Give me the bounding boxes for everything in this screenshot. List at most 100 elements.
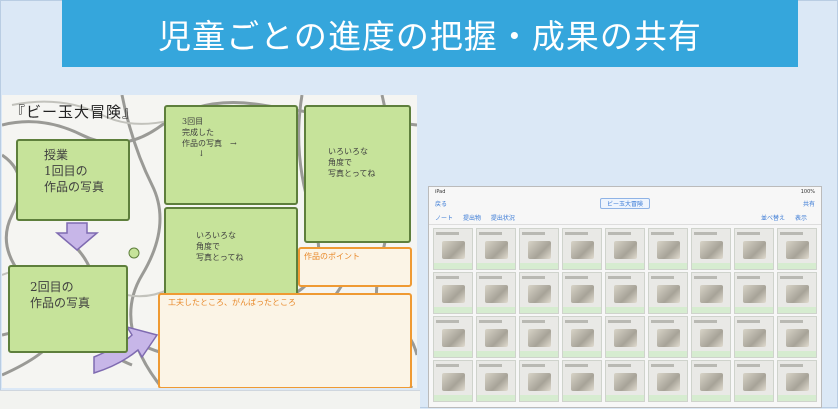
reflection-box-label: 工夫したところ、がんばったところ [168,298,296,307]
page-title: 児童ごとの進度の把握・成果の共有 [158,16,702,56]
submission-thumbnail[interactable] [433,272,473,314]
box-3-label: 3回目 完成した 作品の写真 → ↓ [182,117,237,159]
thumbnail-status-strip [434,395,472,401]
thumbnail-status-strip [477,307,515,313]
thumbnail-status-strip [649,307,687,313]
submission-thumbnail[interactable] [734,316,774,358]
photo-box-3: 3回目 完成した 作品の写真 → ↓ [164,105,298,205]
thumbnail-status-strip [778,307,816,313]
tablet-status-bar: iPad 100% [429,187,821,196]
thumbnail-status-strip [520,307,558,313]
box-2-label: 2回目の 作品の写真 [30,280,91,311]
box-angle-2-label: いろいろな 角度で 写真とってね [196,231,244,262]
points-box: 作品のポイント [298,247,412,287]
submission-thumbnail[interactable] [691,360,731,402]
thumbnail-status-strip [778,395,816,401]
submission-thumbnail[interactable] [734,272,774,314]
submission-thumbnail[interactable] [777,360,817,402]
submission-thumbnail[interactable] [691,272,731,314]
toolbar-view[interactable]: 表示 [795,215,807,222]
toolbar-submissions[interactable]: 提出物 [463,215,481,222]
toolbar-status[interactable]: 提出状況 [491,215,515,222]
submission-thumbnail[interactable] [476,316,516,358]
submission-thumbnail[interactable] [519,316,559,358]
photo-box-1: 授業 1回目の 作品の写真 [16,139,130,221]
thumbnail-status-strip [778,351,816,357]
box-1-label: 授業 1回目の 作品の写真 [44,148,105,195]
thumbnail-status-strip [606,263,644,269]
thumbnail-status-strip [606,307,644,313]
submission-thumbnail[interactable] [519,272,559,314]
thumbnail-status-strip [735,351,773,357]
toolbar-sort[interactable]: 並べ替え [761,215,785,222]
status-left: iPad [435,188,446,195]
status-right: 100% [800,188,815,195]
photo-box-2: 2回目の 作品の写真 [8,265,128,353]
submission-thumbnail[interactable] [562,228,602,270]
box-angle-1-label: いろいろな 角度で 写真とってね [328,147,376,178]
thumbnail-status-strip [606,395,644,401]
submission-thumbnail[interactable] [648,360,688,402]
thumbnail-status-strip [778,263,816,269]
share-button[interactable]: 共有 [803,199,815,208]
thumbnail-status-strip [735,395,773,401]
submission-thumbnail[interactable] [562,360,602,402]
submission-thumbnail[interactable] [691,316,731,358]
submission-thumbnail[interactable] [433,228,473,270]
submission-thumbnail[interactable] [734,360,774,402]
submission-thumbnail[interactable] [433,316,473,358]
thumbnail-status-strip [692,307,730,313]
thumbnail-status-strip [692,351,730,357]
submission-thumbnail[interactable] [476,228,516,270]
thumbnail-status-strip [692,395,730,401]
submission-thumbnail[interactable] [605,272,645,314]
submission-thumbnail[interactable] [691,228,731,270]
submission-thumbnail[interactable] [648,228,688,270]
thumbnail-status-strip [649,395,687,401]
submission-thumbnail[interactable] [562,316,602,358]
submission-thumbnail[interactable] [605,228,645,270]
tablet-title[interactable]: ビー玉大冒険 [599,197,650,209]
photo-box-angle-2: いろいろな 角度で 写真とってね [164,207,298,297]
thumbnail-status-strip [563,351,601,357]
submission-thumbnail[interactable] [519,360,559,402]
submission-thumbnail[interactable] [777,228,817,270]
thumbnail-status-strip [563,263,601,269]
submission-thumbnail[interactable] [519,228,559,270]
thumbnail-status-strip [649,351,687,357]
thumbnail-status-strip [735,263,773,269]
thumbnail-status-strip [477,351,515,357]
thumbnail-status-strip [520,263,558,269]
thumbnail-status-strip [477,263,515,269]
submission-grid [429,225,821,405]
photo-box-angle-1: いろいろな 角度で 写真とってね [304,105,411,243]
submission-thumbnail[interactable] [605,360,645,402]
submission-thumbnail[interactable] [648,272,688,314]
thumbnail-status-strip [563,395,601,401]
tablet-toolbar: ノート 提出物 提出状況 並べ替え 表示 [429,210,821,225]
submission-thumbnail[interactable] [562,272,602,314]
thumbnail-status-strip [477,395,515,401]
submission-thumbnail[interactable] [777,272,817,314]
toolbar-note[interactable]: ノート [435,215,453,222]
submission-thumbnail[interactable] [777,316,817,358]
thumbnail-status-strip [520,351,558,357]
tablet-titlebar: 戻る ビー玉大冒険 共有 [429,196,821,210]
back-button[interactable]: 戻る [435,199,447,208]
submission-thumbnail[interactable] [476,360,516,402]
reflection-box: 工夫したところ、がんばったところ [158,293,412,388]
thumbnail-status-strip [434,263,472,269]
submission-thumbnail[interactable] [476,272,516,314]
thumbnail-status-strip [563,307,601,313]
submission-thumbnail[interactable] [648,316,688,358]
worksheet-title: 『ビー玉大冒険』 [10,103,139,121]
tablet-screenshot: iPad 100% 戻る ビー玉大冒険 共有 ノート 提出物 提出状況 並べ替え… [428,186,822,408]
submission-thumbnail[interactable] [605,316,645,358]
lower-strip [0,390,420,409]
thumbnail-status-strip [520,395,558,401]
points-box-label: 作品のポイント [304,252,360,261]
thumbnail-status-strip [606,351,644,357]
submission-thumbnail[interactable] [433,360,473,402]
submission-thumbnail[interactable] [734,228,774,270]
worksheet-image: 『ビー玉大冒険』 授業 1回目の 作品の写真 3回目 完成した 作品の写真 → … [2,95,417,388]
